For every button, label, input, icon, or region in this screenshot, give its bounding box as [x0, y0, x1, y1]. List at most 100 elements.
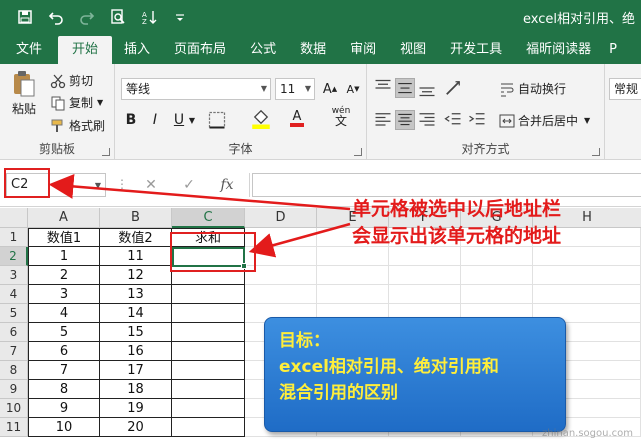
chevron-down-icon[interactable]: ▼: [187, 110, 197, 130]
cell-e3[interactable]: [317, 266, 389, 285]
cell-b9[interactable]: 18: [100, 380, 172, 399]
align-bottom-icon[interactable]: [417, 78, 437, 98]
tab-foxit-reader[interactable]: 福昕阅读器: [514, 36, 603, 64]
cell-b10[interactable]: 19: [100, 399, 172, 418]
tab-view[interactable]: 视图: [388, 36, 438, 64]
cell-a7[interactable]: 6: [28, 342, 100, 361]
cell-c4[interactable]: [172, 285, 245, 304]
cell-f3[interactable]: [389, 266, 461, 285]
cell-h3[interactable]: [533, 266, 641, 285]
undo-icon[interactable]: [45, 6, 67, 28]
tab-formulas[interactable]: 公式: [238, 36, 288, 64]
orientation-icon[interactable]: [443, 78, 463, 98]
row-header-9[interactable]: 9: [0, 380, 28, 399]
row-header-6[interactable]: 6: [0, 323, 28, 342]
align-top-icon[interactable]: [373, 78, 393, 98]
tab-developer[interactable]: 开发工具: [438, 36, 514, 64]
cell-a4[interactable]: 3: [28, 285, 100, 304]
cell-c8[interactable]: [172, 361, 245, 380]
row-header-11[interactable]: 11: [0, 418, 28, 437]
cell-g4[interactable]: [461, 285, 533, 304]
row-header-7[interactable]: 7: [0, 342, 28, 361]
cell-c10[interactable]: [172, 399, 245, 418]
decrease-font-icon[interactable]: A ▼: [343, 79, 363, 99]
cell-c7[interactable]: [172, 342, 245, 361]
column-header-c[interactable]: C: [172, 208, 245, 228]
copy-button[interactable]: 复制 ▼: [50, 94, 103, 111]
font-size-select[interactable]: 11 ▼: [275, 78, 315, 100]
format-painter-button[interactable]: 格式刷: [50, 117, 105, 134]
cell-c5[interactable]: [172, 304, 245, 323]
cell-a8[interactable]: 7: [28, 361, 100, 380]
cell-b5[interactable]: 14: [100, 304, 172, 323]
confirm-icon[interactable]: ✓: [170, 177, 208, 193]
cell-a10[interactable]: 9: [28, 399, 100, 418]
tab-page-layout[interactable]: 页面布局: [162, 36, 238, 64]
cell-b6[interactable]: 15: [100, 323, 172, 342]
font-color-icon[interactable]: A: [287, 108, 307, 128]
cell-a6[interactable]: 5: [28, 323, 100, 342]
cell-a9[interactable]: 8: [28, 380, 100, 399]
row-header-2[interactable]: 2: [0, 247, 28, 266]
paste-button[interactable]: 粘贴: [8, 70, 40, 117]
column-header-a[interactable]: A: [28, 208, 100, 228]
cell-b8[interactable]: 17: [100, 361, 172, 380]
increase-indent-icon[interactable]: [467, 110, 487, 130]
cell-e4[interactable]: [317, 285, 389, 304]
cell-g3[interactable]: [461, 266, 533, 285]
formula-input[interactable]: [252, 173, 641, 197]
cell-d4[interactable]: [245, 285, 317, 304]
align-left-icon[interactable]: [373, 110, 393, 130]
cell-c11[interactable]: [172, 418, 245, 437]
cut-button[interactable]: 剪切: [50, 72, 93, 89]
dialog-launcher-icon[interactable]: [354, 148, 362, 156]
cell-a5[interactable]: 4: [28, 304, 100, 323]
align-center-icon[interactable]: [395, 110, 415, 130]
cell-c6[interactable]: [172, 323, 245, 342]
cell-h4[interactable]: [533, 285, 641, 304]
cell-g2[interactable]: [461, 247, 533, 266]
select-all-button[interactable]: [0, 208, 28, 228]
cell-b4[interactable]: 13: [100, 285, 172, 304]
sort-icon[interactable]: AZ: [138, 6, 160, 28]
row-header-4[interactable]: 4: [0, 285, 28, 304]
cell-h2[interactable]: [533, 247, 641, 266]
decrease-indent-icon[interactable]: [443, 110, 463, 130]
cell-a11[interactable]: 10: [28, 418, 100, 437]
dialog-launcher-icon[interactable]: [592, 148, 600, 156]
wrap-text-button[interactable]: 自动换行: [499, 80, 566, 97]
tab-home[interactable]: 开始: [58, 36, 113, 64]
align-right-icon[interactable]: [417, 110, 437, 130]
number-format-select[interactable]: 常规: [609, 78, 641, 100]
cell-f4[interactable]: [389, 285, 461, 304]
cell-a1[interactable]: 数值1: [28, 228, 100, 247]
cell-b7[interactable]: 16: [100, 342, 172, 361]
fill-color-icon[interactable]: [251, 108, 271, 130]
align-middle-icon[interactable]: [395, 78, 415, 98]
redo-icon[interactable]: [76, 6, 98, 28]
row-header-1[interactable]: 1: [0, 228, 28, 247]
tab-more[interactable]: P: [603, 36, 623, 64]
customize-icon[interactable]: [169, 6, 191, 28]
cell-f2[interactable]: [389, 247, 461, 266]
cell-e2[interactable]: [317, 247, 389, 266]
row-header-3[interactable]: 3: [0, 266, 28, 285]
column-header-b[interactable]: B: [100, 208, 172, 228]
cell-a3[interactable]: 2: [28, 266, 100, 285]
cell-a2[interactable]: 1: [28, 247, 100, 266]
italic-button[interactable]: I: [145, 110, 165, 130]
row-header-8[interactable]: 8: [0, 361, 28, 380]
splitter-handle[interactable]: ⋮: [116, 177, 128, 191]
cell-b3[interactable]: 12: [100, 266, 172, 285]
phonetic-guide-icon[interactable]: wén 文: [329, 106, 353, 127]
print-preview-icon[interactable]: [107, 6, 129, 28]
column-header-d[interactable]: D: [245, 208, 317, 228]
cell-c9[interactable]: [172, 380, 245, 399]
save-icon[interactable]: [14, 6, 36, 28]
dialog-launcher-icon[interactable]: [102, 148, 110, 156]
tab-review[interactable]: 审阅: [338, 36, 388, 64]
tab-insert[interactable]: 插入: [112, 36, 162, 64]
increase-font-icon[interactable]: A ▲: [320, 79, 340, 99]
cell-b1[interactable]: 数值2: [100, 228, 172, 247]
cell-b2[interactable]: 11: [100, 247, 172, 266]
